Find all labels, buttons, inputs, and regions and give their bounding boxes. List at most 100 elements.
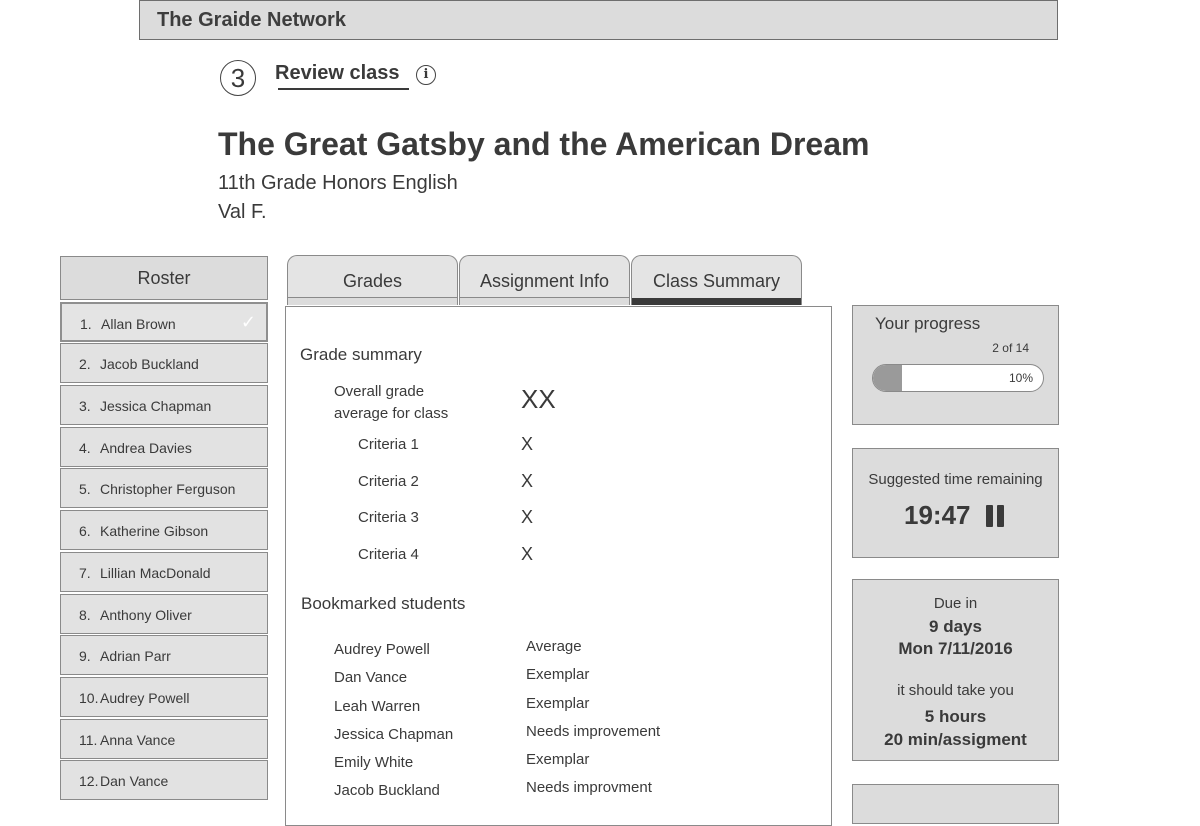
criteria-label: Criteria 1 [358, 436, 419, 453]
progress-card: Your progress 2 of 14 10% [852, 305, 1059, 425]
criteria-value: X [521, 434, 534, 454]
overall-grade-label-2: average for class [334, 405, 449, 422]
pause-icon[interactable] [984, 505, 1006, 527]
roster-item-name: Dan Vance [100, 773, 169, 790]
brand-name: The Graide Network [157, 9, 346, 31]
roster-item[interactable]: 7. Lillian MacDonald [60, 551, 268, 592]
roster-item-number: 9. [79, 648, 91, 665]
effort-label: it should take you [897, 682, 1014, 699]
roster-item-name: Andrea Davies [100, 439, 192, 456]
class-summary-panel: Grade summary Overall grade average for … [285, 306, 832, 826]
step-title: Review class [275, 62, 400, 84]
roster-item-number: 11. [79, 731, 98, 748]
due-label: Due in [933, 595, 978, 612]
tab-label: Grades [342, 271, 403, 291]
roster-item-number: 8. [79, 606, 91, 623]
bookmarked-student-name[interactable]: Jacob Buckland [334, 782, 440, 799]
roster-item-number: 6. [79, 523, 91, 540]
tab-indicator [288, 297, 457, 305]
timer-card: Suggested time remaining 19:47 [852, 448, 1059, 558]
overall-grade-label: Overall grade [334, 383, 425, 400]
tab-assignment-info[interactable]: Assignment Info [459, 255, 630, 305]
bookmarked-student-rating: Needs improvment [526, 779, 652, 796]
due-date: Mon 7/11/2016 [898, 639, 1013, 658]
roster-item-name: Allan Brown [101, 315, 176, 332]
checkmark-icon: ✓ [240, 311, 256, 332]
roster-item-number: 5. [79, 481, 91, 498]
roster-item[interactable]: 8. Anthony Oliver [60, 593, 268, 634]
roster-item[interactable]: 10. Audrey Powell [60, 676, 268, 717]
roster-item-name: Katherine Gibson [100, 523, 209, 540]
bookmarked-student-rating: Exemplar [526, 695, 590, 712]
roster-header: Roster [60, 256, 268, 300]
roster-item-name: Lillian MacDonald [100, 564, 211, 581]
roster-item[interactable]: 5. Christopher Ferguson [60, 468, 268, 509]
progress-bar: 10% [872, 364, 1044, 392]
roster-item-number: 1. [80, 315, 92, 332]
step-underline [278, 88, 409, 90]
progress-percent: 10% [1008, 371, 1033, 385]
criteria-value: X [521, 471, 534, 491]
roster-item[interactable]: 4. Andrea Davies [60, 426, 268, 467]
teacher-name: Val F. [218, 201, 267, 223]
roster-item-name: Anthony Oliver [100, 606, 192, 623]
criteria-label: Criteria 3 [358, 509, 419, 526]
tab-label: Class Summary [652, 271, 781, 291]
bookmarked-students-title: Bookmarked students [301, 594, 466, 613]
bookmarked-student-name[interactable]: Audrey Powell [334, 641, 430, 658]
bookmarked-student-name[interactable]: Dan Vance [334, 669, 407, 686]
tab-indicator [460, 297, 629, 305]
tab-label: Assignment Info [479, 271, 610, 291]
grade-summary-title: Grade summary [300, 345, 422, 364]
tab-grades[interactable]: Grades [287, 255, 458, 305]
extra-card [852, 784, 1059, 824]
criteria-value: X [521, 544, 534, 564]
roster-item-name: Audrey Powell [100, 689, 190, 706]
roster-item-name: Anna Vance [100, 731, 176, 748]
criteria-value: X [521, 507, 534, 527]
bookmarked-student-name[interactable]: Leah Warren [334, 698, 420, 715]
roster-item[interactable]: 1. Allan Brown ✓ [60, 301, 268, 342]
tab-class-summary[interactable]: Class Summary [631, 255, 802, 305]
timer-label: Suggested time remaining [868, 471, 1043, 488]
step-number-badge: 3 [220, 60, 256, 96]
roster-item-name: Adrian Parr [100, 648, 171, 665]
roster-item-number: 4. [79, 439, 91, 456]
roster-item-number: 10. [79, 689, 99, 706]
bookmarked-student-name[interactable]: Emily White [334, 754, 413, 771]
top-bar: The Graide Network [139, 0, 1058, 40]
due-days: 9 days [929, 617, 982, 636]
info-icon[interactable]: i [416, 65, 436, 85]
effort-hours: 5 hours [924, 707, 987, 726]
roster-item-number: 3. [79, 398, 91, 415]
criteria-label: Criteria 4 [358, 546, 419, 563]
progress-title: Your progress [875, 314, 981, 333]
overall-grade-value: XX [521, 384, 556, 414]
roster-item-number: 12. [79, 773, 99, 790]
timer-value: 19:47 [904, 500, 971, 530]
bookmarked-student-rating: Needs improvement [526, 723, 661, 740]
tab-indicator [632, 298, 801, 305]
bookmarked-student-rating: Exemplar [526, 666, 590, 683]
roster-item[interactable]: 9. Adrian Parr [60, 635, 268, 676]
due-card: Due in 9 days Mon 7/11/2016 it should ta… [852, 579, 1059, 761]
roster-item[interactable]: 12. Dan Vance [60, 760, 268, 801]
criteria-label: Criteria 2 [358, 473, 419, 490]
roster-item[interactable]: 6. Katherine Gibson [60, 510, 268, 551]
course-name: 11th Grade Honors English [218, 172, 458, 194]
roster-list: 1. Allan Brown ✓ 2. Jacob Buckland 3. Jessica … [60, 301, 268, 801]
roster-item-name: Jacob Buckland [100, 356, 199, 373]
bookmarked-student-rating: Average [526, 638, 582, 655]
progress-count: 2 of 14 [992, 341, 1029, 355]
roster-item-number: 2. [79, 356, 91, 373]
roster-item[interactable]: 3. Jessica Chapman [60, 385, 268, 426]
roster-item-name: Christopher Ferguson [100, 481, 236, 498]
bookmarked-student-name[interactable]: Jessica Chapman [334, 726, 453, 743]
roster-item[interactable]: 2. Jacob Buckland [60, 343, 268, 384]
roster-item-name: Jessica Chapman [100, 398, 212, 415]
roster-item-number: 7. [79, 564, 91, 581]
effort-per-assignment: 20 min/assigment [884, 730, 1027, 749]
bookmarked-student-rating: Exemplar [526, 751, 590, 768]
roster-item[interactable]: 11. Anna Vance [60, 718, 268, 759]
assignment-title: The Great Gatsby and the American Dream [218, 126, 870, 162]
